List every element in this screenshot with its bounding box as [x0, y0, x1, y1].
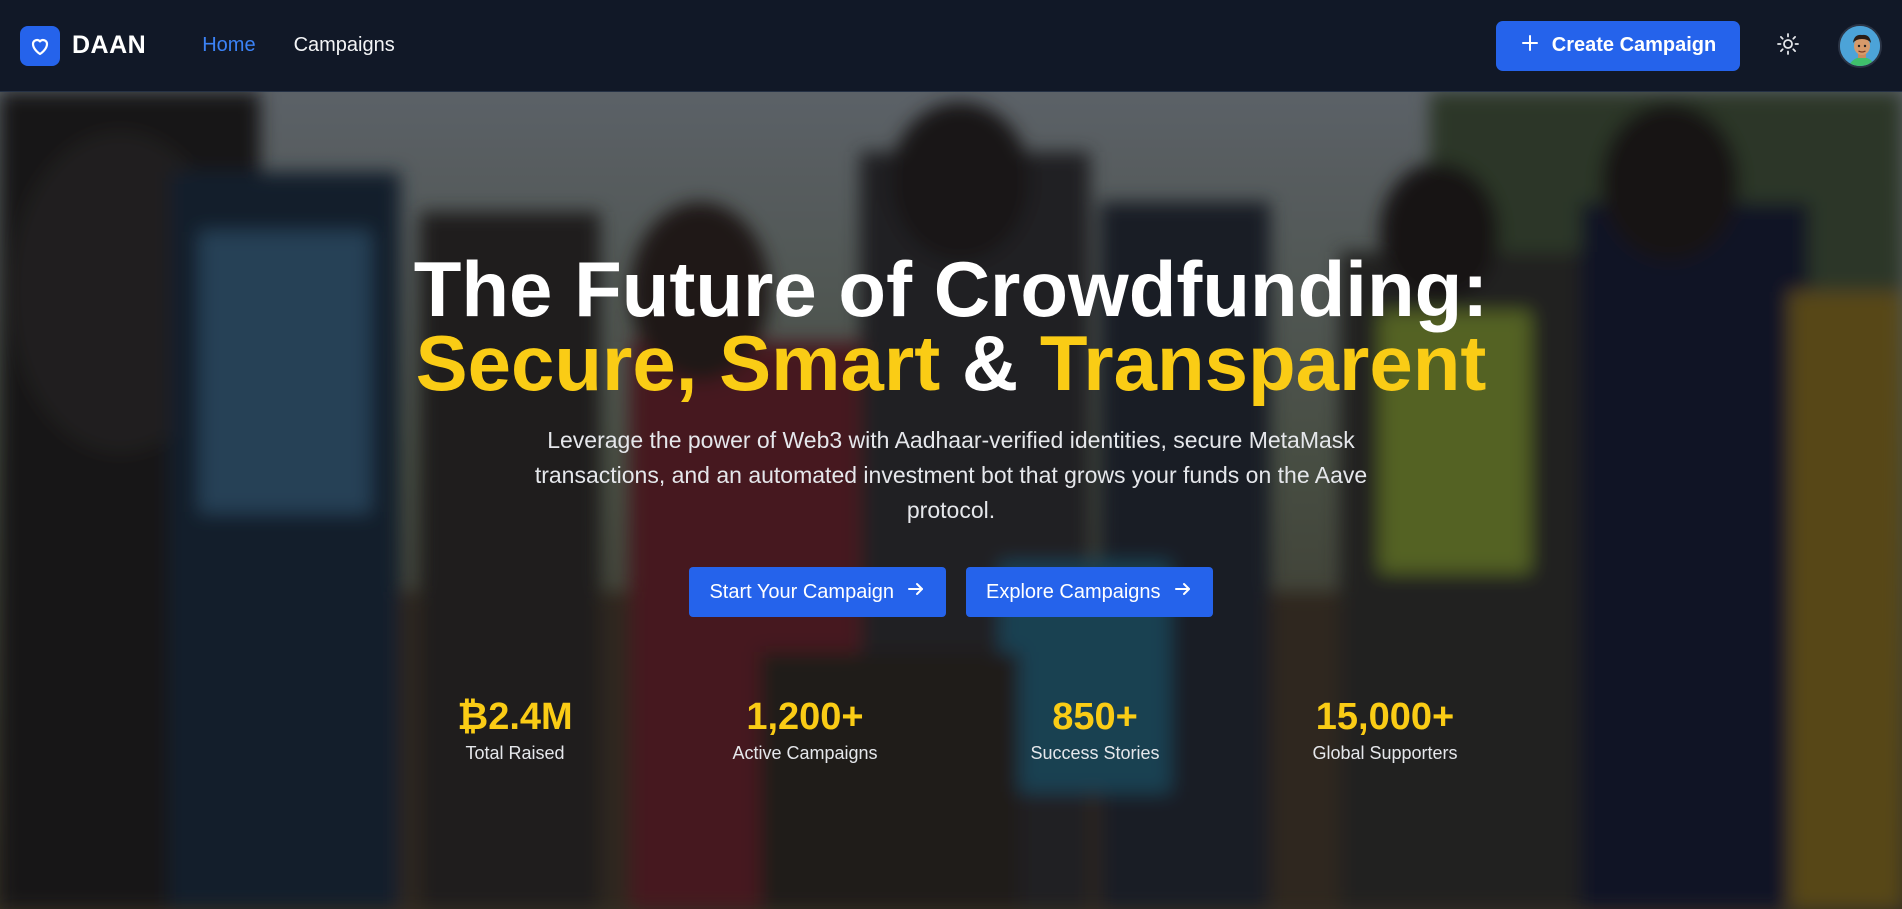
stat-label: Total Raised — [465, 743, 565, 763]
nav-link-campaigns[interactable]: Campaigns — [294, 34, 395, 57]
stat-value: 15,000+ — [1315, 696, 1455, 738]
create-campaign-label: Create Campaign — [1551, 34, 1717, 56]
stat-value: 850+ — [1052, 696, 1138, 738]
heart-icon — [20, 25, 60, 66]
header-actions: Create Campaign — [1496, 20, 1882, 71]
user-avatar[interactable] — [1838, 23, 1882, 68]
cta-group: Start Your Campaign Explore Campaigns — [0, 567, 1902, 617]
arrow-right-icon — [906, 579, 926, 605]
create-campaign-button[interactable]: Create Campaign — [1496, 20, 1740, 71]
theme-toggle-button[interactable] — [1768, 26, 1808, 66]
main-nav: Home Campaigns — [202, 34, 395, 57]
top-navbar: DAAN Home Campaigns Create Campaign — [0, 0, 1902, 92]
headline-highlight-2: Transparent — [1039, 319, 1487, 407]
plus-icon — [1520, 33, 1540, 59]
start-campaign-label: Start Your Campaign — [709, 580, 895, 603]
explore-campaigns-button[interactable]: Explore Campaigns — [966, 567, 1213, 617]
headline-ampersand: & — [940, 319, 1040, 407]
hero-headline: The Future of Crowdfunding: Secure, Smar… — [0, 250, 1902, 402]
start-campaign-button[interactable]: Start Your Campaign — [689, 567, 947, 617]
stat-total-raised: ₿2.4M Total Raised — [405, 696, 625, 764]
stat-global-supporters: 15,000+ Global Supporters — [1275, 696, 1495, 764]
brand[interactable]: DAAN — [20, 25, 147, 66]
stat-active-campaigns: 1,200+ Active Campaigns — [695, 696, 915, 764]
hero-content: The Future of Crowdfunding: Secure, Smar… — [0, 92, 1902, 909]
stat-label: Success Stories — [1030, 743, 1160, 763]
stat-label: Global Supporters — [1312, 743, 1458, 763]
arrow-right-icon — [1173, 579, 1193, 605]
nav-link-home[interactable]: Home — [202, 34, 255, 57]
hero-section: The Future of Crowdfunding: Secure, Smar… — [0, 92, 1902, 909]
hero-subtitle: Leverage the power of Web3 with Aadhaar-… — [534, 427, 1368, 523]
stat-value: ₿2.4M — [457, 696, 573, 738]
headline-highlight-1: Secure, Smart — [415, 319, 941, 407]
brand-name: DAAN — [72, 31, 147, 59]
stat-value: 1,200+ — [746, 696, 864, 738]
explore-campaigns-label: Explore Campaigns — [986, 580, 1161, 603]
stat-success-stories: 850+ Success Stories — [985, 696, 1205, 764]
stat-label: Active Campaigns — [732, 743, 878, 763]
sun-icon — [1776, 32, 1800, 59]
page: DAAN Home Campaigns Create Campaign The … — [0, 0, 1902, 909]
stats-row: ₿2.4M Total Raised 1,200+ Active Campaig… — [0, 696, 1902, 776]
